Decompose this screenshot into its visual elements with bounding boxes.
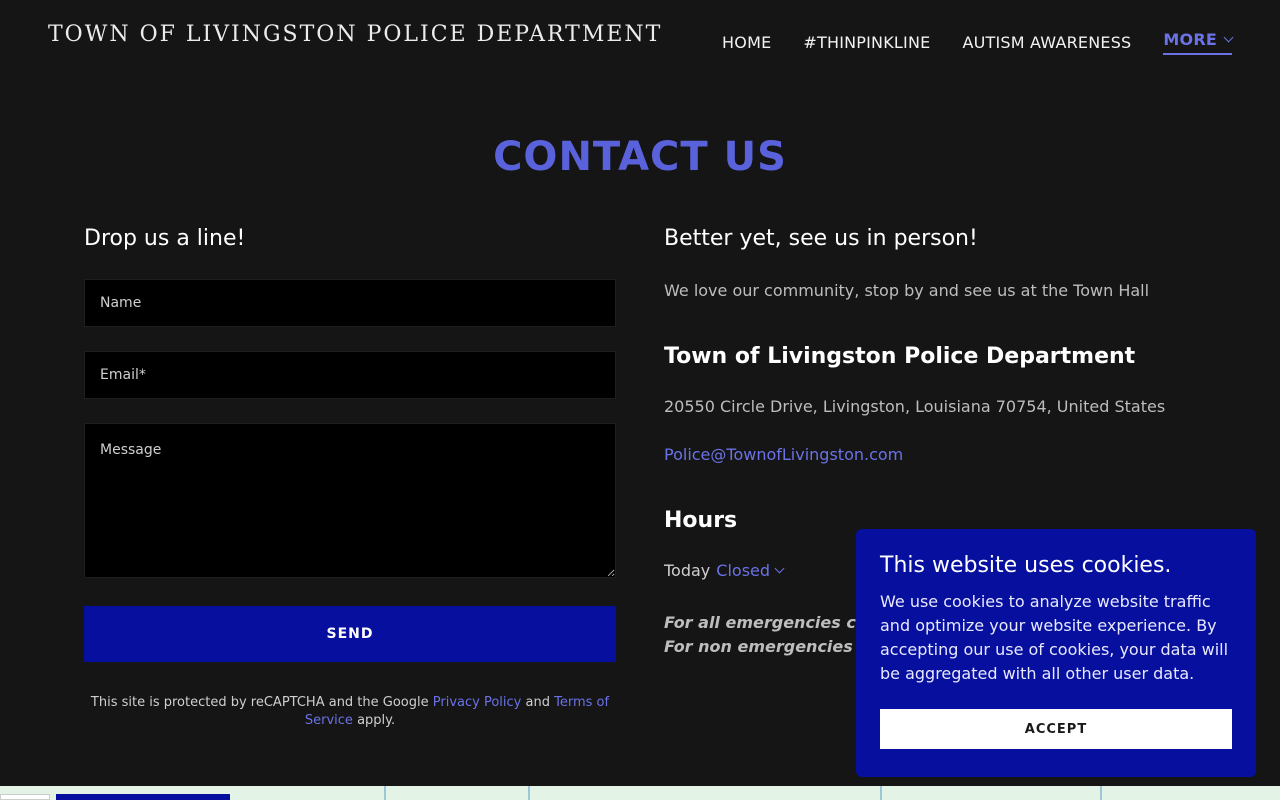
site-title[interactable]: TOWN OF LIVINGSTON POLICE DEPARTMENT <box>48 22 662 47</box>
recaptcha-and: and <box>525 695 550 710</box>
email-field[interactable] <box>84 351 616 399</box>
chevron-down-icon <box>774 563 785 574</box>
hours-title: Hours <box>664 508 738 533</box>
name-field[interactable] <box>84 279 616 327</box>
map-road <box>528 786 530 800</box>
cookie-title: This website uses cookies. <box>880 553 1172 578</box>
cookie-banner: This website uses cookies. We use cookie… <box>856 529 1256 777</box>
map[interactable] <box>0 786 1280 800</box>
org-name: Town of Livingston Police Department <box>664 344 1136 369</box>
map-road <box>1100 786 1102 800</box>
nav-more-label: MORE <box>1163 30 1217 49</box>
hours-status: Closed <box>716 561 771 580</box>
map-control[interactable] <box>0 794 50 800</box>
nav-autism-awareness[interactable]: AUTISM AWARENESS <box>962 33 1131 52</box>
privacy-policy-link[interactable]: Privacy Policy <box>433 695 522 710</box>
recaptcha-notice: This site is protected by reCAPTCHA and … <box>84 694 616 730</box>
accept-cookies-button[interactable]: ACCEPT <box>880 709 1232 749</box>
nav-more-dropdown[interactable]: MORE <box>1163 30 1234 55</box>
map-road <box>880 786 882 800</box>
send-button[interactable]: SEND <box>84 606 616 662</box>
map-road <box>384 786 386 800</box>
nav-home[interactable]: HOME <box>722 33 771 52</box>
site-header: TOWN OF LIVINGSTON POLICE DEPARTMENT HOM… <box>0 0 1280 80</box>
recaptcha-apply: apply. <box>357 713 396 728</box>
message-field[interactable] <box>84 423 616 578</box>
page-title: CONTACT US <box>493 134 787 180</box>
map-overlay <box>56 794 230 800</box>
main-nav: HOME #THINPINKLINE AUTISM AWARENESS MORE <box>722 30 1234 55</box>
info-title: Better yet, see us in person! <box>664 226 978 251</box>
form-title: Drop us a line! <box>84 226 246 251</box>
contact-form: Drop us a line! SEND This site is protec… <box>84 226 616 728</box>
info-text: We love our community, stop by and see u… <box>664 281 1150 300</box>
hours-today-label: Today <box>664 561 711 580</box>
chevron-down-icon <box>1223 32 1234 43</box>
non-emergency-line: For non emergencies p <box>664 637 870 656</box>
address: 20550 Circle Drive, Livingston, Louisian… <box>664 397 1166 416</box>
nav-thinpinkline[interactable]: #THINPINKLINE <box>803 33 930 52</box>
contact-info: Better yet, see us in person! We love ou… <box>664 226 1224 656</box>
emergency-line: For all emergencies ca <box>664 613 867 632</box>
hours-dropdown[interactable]: Closed <box>716 561 785 580</box>
cookie-text: We use cookies to analyze website traffi… <box>880 592 1229 683</box>
hours-row: Today Closed <box>664 561 785 580</box>
email-link[interactable]: Police@TownofLivingston.com <box>664 445 903 464</box>
recaptcha-text: This site is protected by reCAPTCHA and … <box>90 695 429 710</box>
